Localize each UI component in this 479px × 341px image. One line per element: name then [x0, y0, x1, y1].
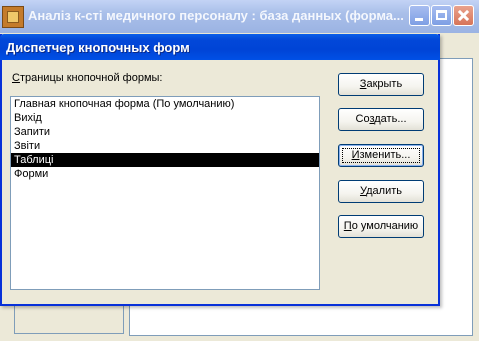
create-label: дать... [374, 113, 407, 125]
close-button[interactable]: Закрыть [338, 73, 424, 96]
delete-label: далить [366, 185, 402, 197]
background-window-title: Аналіз к-сті медичного персоналу : база … [28, 8, 404, 23]
dialog-titlebar[interactable]: Диспетчер кнопочных форм [0, 34, 440, 60]
create-label-pre: Со [355, 113, 370, 125]
dialog-title: Диспетчер кнопочных форм [6, 40, 190, 55]
delete-button[interactable]: Удалить [338, 180, 424, 203]
edit-label: зменить... [359, 149, 411, 161]
create-button[interactable]: Создать... [338, 108, 424, 131]
switchboard-manager-dialog: Диспетчер кнопочных форм Страницы кнопоч… [0, 34, 440, 306]
maximize-button[interactable] [431, 5, 452, 26]
label-text: траницы кнопочной формы: [19, 72, 163, 84]
list-item[interactable]: Главная кнопочная форма (По умолчанию) [11, 97, 319, 111]
list-item[interactable]: Запити [11, 125, 319, 139]
edit-accelerator: И [351, 149, 360, 161]
database-app-icon [2, 6, 24, 28]
minimize-button[interactable] [409, 5, 430, 26]
maximize-icon [436, 10, 447, 20]
list-item[interactable]: Форми [11, 167, 319, 181]
default-accelerator: П [343, 220, 352, 232]
switchboard-pages-list[interactable]: Главная кнопочная форма (По умолчанию) Ви… [10, 96, 320, 290]
close-window-button[interactable] [453, 5, 474, 26]
set-default-button[interactable]: По умолчанию [338, 215, 424, 238]
switchboard-pages-label: Страницы кнопочной формы: [12, 72, 162, 84]
list-item[interactable]: Звіти [11, 139, 319, 153]
default-label: о умолчанию [351, 220, 419, 232]
minimize-icon [415, 18, 423, 21]
list-item[interactable]: Вихід [11, 111, 319, 125]
screen: Аналіз к-сті медичного персоналу : база … [0, 0, 479, 341]
list-item[interactable]: Таблиці [11, 153, 319, 167]
background-titlebar[interactable]: Аналіз к-сті медичного персоналу : база … [0, 0, 479, 33]
close-icon [454, 6, 473, 25]
close-label: акрыть [366, 78, 403, 90]
label-accelerator: С [12, 72, 20, 84]
edit-button[interactable]: Изменить... [338, 144, 424, 167]
